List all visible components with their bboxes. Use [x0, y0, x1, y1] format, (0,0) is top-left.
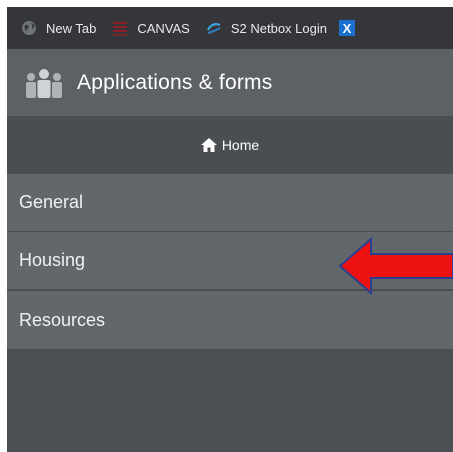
bookmark-canvas[interactable]: CANVAS	[112, 20, 190, 36]
globe-icon	[22, 21, 36, 35]
red-arrow-icon	[338, 236, 453, 296]
bookmark-x-app[interactable]: X	[338, 20, 355, 36]
canvas-icon	[113, 22, 128, 36]
home-link[interactable]: Home	[200, 137, 260, 153]
bookmark-s2-netbox[interactable]: S2 Netbox Login	[206, 20, 327, 36]
menu-item-general[interactable]: General	[7, 174, 453, 232]
bookmark-label: S2 Netbox Login	[230, 20, 327, 36]
home-icon	[200, 138, 217, 152]
empty-area	[7, 349, 453, 452]
menu-item-label: Resources	[19, 309, 106, 330]
home-bar: Home	[7, 116, 453, 174]
app-header: Applications & forms	[7, 49, 453, 116]
bookmark-label: CANVAS	[137, 20, 190, 36]
netbox-icon	[206, 23, 221, 34]
bookmarks-bar: New Tab CANVAS S2 Netbox Login X	[7, 7, 453, 49]
app-window: New Tab CANVAS S2 Netbox Login X Applica…	[7, 7, 453, 452]
bookmark-new-tab[interactable]: New Tab	[21, 20, 96, 36]
menu-item-resources[interactable]: Resources	[7, 291, 453, 349]
bookmark-label: New Tab	[46, 20, 97, 36]
page-title: Applications & forms	[77, 70, 273, 94]
menu-item-label: General	[19, 192, 84, 212]
menu-item-label: Housing	[19, 250, 86, 270]
people-icon	[26, 68, 62, 98]
x-app-icon: X	[338, 20, 355, 36]
home-label: Home	[221, 137, 260, 153]
